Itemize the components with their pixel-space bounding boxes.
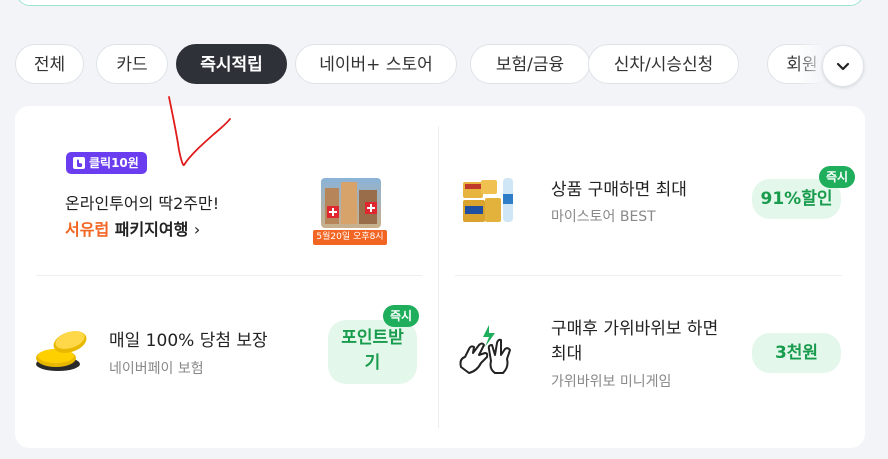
event-date-tag: 5월20일 오후8시 [313,230,387,245]
promo-store-subtitle: 마이스토어 BEST [551,209,656,225]
more-tabs-button[interactable] [822,45,864,87]
tab-insurance-finance[interactable]: 보험/금융 [470,44,590,84]
badge-label: 클릭10원 [89,156,139,170]
chevron-right-icon: › [193,220,201,239]
promo-panel: 클릭10원 온라인투어의 딱2주만! 서유럽 패키지여행 › 5월20일 오후8… [15,106,865,448]
product-bundle-icon [463,178,513,222]
promo-insurance-subtitle: 네이버페이 보험 [109,361,204,377]
search-bar-edge[interactable] [16,0,864,6]
promo-insurance-title: 매일 100% 당첨 보장 [109,331,268,351]
promo-travel-line2-rest: 패키지여행 [109,220,189,239]
promo-insurance[interactable]: 매일 100% 당첨 보장 네이버페이 보험 포인트받기 즉시 [15,276,438,448]
promo-game-title-line2: 최대 [551,344,583,364]
tab-instant-reward[interactable]: 즉시적립 [176,44,287,84]
chevron-down-icon [836,62,850,71]
promo-travel[interactable]: 클릭10원 온라인투어의 딱2주만! 서유럽 패키지여행 › 5월20일 오후8… [15,106,438,275]
instant-badge: 즉시 [383,305,420,327]
swiss-flag-icon [365,202,377,214]
promo-game[interactable]: 구매후 가위바위보 하면 최대 가위바위보 미니게임 3천원 [439,276,865,448]
promo-store[interactable]: 상품 구매하면 최대 마이스토어 BEST 91%할인 즉시 [439,106,865,275]
gold-coins-icon [36,331,87,371]
swiss-flag-icon [327,206,339,218]
tap-hand-icon [73,157,85,169]
reward-button[interactable]: 포인트받기 [328,320,417,384]
rock-paper-scissors-icon [459,325,511,374]
category-tabs: 전체 카드 즉시적립 네이버+ 스토어 보험/금융 신차/시승신청 회원 [15,44,875,87]
click-reward-badge: 클릭10원 [66,152,147,174]
promo-travel-line2: 서유럽 패키지여행 › [65,216,200,240]
instant-badge: 즉시 [819,166,856,188]
promo-travel-highlight: 서유럽 [65,220,110,239]
promo-game-subtitle: 가위바위보 미니게임 [551,374,672,390]
tab-all[interactable]: 전체 [15,44,84,84]
tab-card[interactable]: 카드 [96,44,168,84]
tabs-fade [795,44,825,86]
promo-store-title: 상품 구매하면 최대 [551,180,687,200]
promo-game-title-line1: 구매후 가위바위보 하면 [551,319,719,339]
tab-new-car-test-drive[interactable]: 신차/시승신청 [588,44,739,84]
travel-package-thumbnail [321,178,381,228]
tab-naver-plus-store[interactable]: 네이버+ 스토어 [295,44,457,84]
promo-travel-line1: 온라인투어의 딱2주만! [65,194,220,213]
reward-button[interactable]: 3천원 [752,333,841,373]
